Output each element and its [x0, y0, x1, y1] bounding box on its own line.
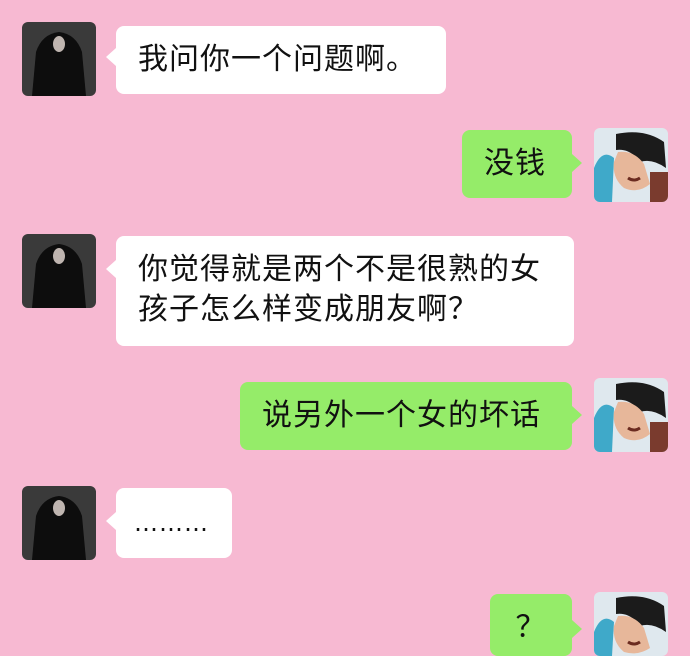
- avatar-self[interactable]: [594, 378, 668, 452]
- message-bubble-outgoing[interactable]: 说另外一个女的坏话: [240, 382, 572, 450]
- bubble-tail: [106, 260, 116, 278]
- message-text-line: 你觉得就是两个不是很熟的女: [138, 252, 541, 287]
- bubble-tail: [572, 620, 582, 638]
- dark-figure-avatar-icon: [22, 22, 96, 96]
- bubble-tail: [106, 48, 116, 66]
- avatar-other[interactable]: [22, 486, 96, 560]
- message-text-line: 孩子怎么样变成朋友啊？: [138, 292, 479, 327]
- message-bubble-incoming[interactable]: 我问你一个问题啊。: [116, 26, 446, 94]
- chat-screen: { "chat": { "messages": [ {"sender": "ot…: [0, 0, 690, 656]
- avatar-other[interactable]: [22, 234, 96, 308]
- dark-figure-avatar-icon: [22, 234, 96, 308]
- bubble-tail: [572, 154, 582, 172]
- message-text: ？: [515, 610, 547, 645]
- message-text: 说另外一个女的坏话: [262, 398, 541, 433]
- message-text: 没钱: [484, 146, 546, 181]
- anime-character-avatar-icon: [594, 128, 668, 202]
- avatar-self[interactable]: [594, 128, 668, 202]
- message-text: ………: [134, 509, 209, 537]
- message-bubble-outgoing[interactable]: 没钱: [462, 130, 572, 198]
- message-bubble-incoming[interactable]: 你觉得就是两个不是很熟的女 孩子怎么样变成朋友啊？: [116, 236, 574, 346]
- avatar-self[interactable]: [594, 592, 668, 656]
- message-bubble-incoming[interactable]: ………: [116, 488, 232, 558]
- message-bubble-outgoing[interactable]: ？: [490, 594, 572, 656]
- anime-character-avatar-icon: [594, 378, 668, 452]
- bubble-tail: [106, 512, 116, 530]
- bubble-tail: [572, 406, 582, 424]
- anime-character-avatar-icon: [594, 592, 668, 656]
- message-text: 我问你一个问题啊。: [138, 42, 417, 77]
- avatar-other[interactable]: [22, 22, 96, 96]
- dark-figure-avatar-icon: [22, 486, 96, 560]
